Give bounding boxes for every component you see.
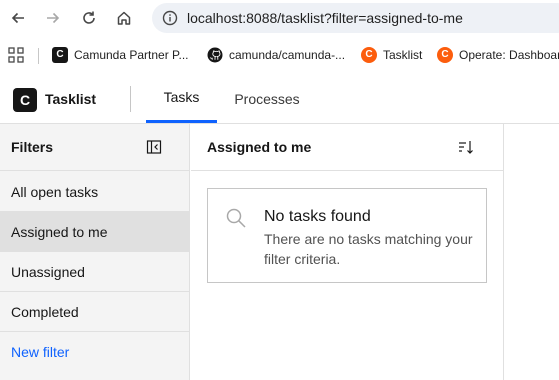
bookmark-github[interactable]: camunda/camunda-... [207, 46, 345, 64]
filter-assigned-to-me[interactable]: Assigned to me [0, 212, 190, 252]
tab-tasks[interactable]: Tasks [146, 74, 217, 123]
github-icon [207, 47, 223, 63]
collapse-sidebar-icon[interactable] [146, 139, 162, 160]
bookmark-label: Tasklist [383, 48, 423, 62]
bookmark-camunda-partner[interactable]: C Camunda Partner P... [52, 46, 189, 64]
empty-state: No tasks found There are no tasks matchi… [207, 188, 487, 283]
bookmark-operate-dashboard[interactable]: C Operate: Dashboard [437, 46, 559, 64]
task-list-header: Assigned to me [191, 124, 504, 171]
sort-icon[interactable] [457, 138, 475, 161]
back-icon[interactable] [6, 6, 30, 30]
search-icon [225, 207, 247, 234]
filter-all-open-tasks[interactable]: All open tasks [0, 172, 190, 212]
camunda-orange-icon: C [361, 47, 377, 63]
filter-completed[interactable]: Completed [0, 292, 190, 332]
url-text[interactable]: localhost:8088/tasklist?filter=assigned-… [187, 10, 463, 26]
bookmark-label: Operate: Dashboard [459, 48, 559, 62]
new-filter-link[interactable]: New filter [11, 344, 69, 360]
browser-toolbar: localhost:8088/tasklist?filter=assigned-… [0, 0, 559, 36]
empty-state-description: There are no tasks matching your filter … [264, 231, 473, 267]
app-name[interactable]: Tasklist [45, 91, 96, 107]
task-list-panel: Assigned to me No tasks found There are … [191, 124, 504, 380]
bookmarks-bar: C Camunda Partner P... camunda/camunda-.… [0, 36, 559, 74]
bookmarks-divider [38, 48, 39, 64]
home-icon[interactable] [112, 6, 136, 30]
filters-sidebar: Filters All open tasks Assigned to me Un… [0, 124, 190, 380]
filters-header: Filters [0, 124, 190, 171]
forward-icon[interactable] [41, 6, 65, 30]
camunda-icon: C [52, 47, 68, 63]
bookmark-label: Camunda Partner P... [74, 48, 189, 62]
task-list-title: Assigned to me [207, 139, 312, 155]
apps-grid-icon[interactable] [8, 47, 24, 68]
reload-icon[interactable] [77, 6, 101, 30]
header-divider [130, 86, 131, 112]
filters-title: Filters [11, 139, 54, 155]
bookmark-tasklist[interactable]: C Tasklist [361, 46, 422, 64]
camunda-logo-icon[interactable]: C [13, 88, 37, 112]
camunda-orange-icon: C [437, 47, 453, 63]
app-header: C Tasklist Tasks Processes [0, 74, 559, 124]
empty-state-title: No tasks found [264, 208, 371, 225]
bookmark-label: camunda/camunda-... [229, 48, 346, 62]
info-icon[interactable] [162, 10, 178, 31]
tab-processes[interactable]: Processes [221, 74, 313, 123]
address-bar[interactable]: localhost:8088/tasklist?filter=assigned-… [152, 3, 559, 33]
filter-unassigned[interactable]: Unassigned [0, 252, 190, 292]
